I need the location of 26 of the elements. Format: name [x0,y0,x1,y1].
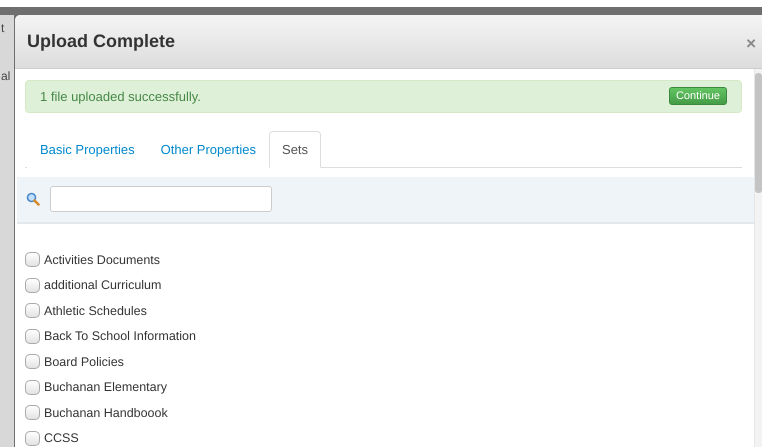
search-field[interactable] [50,186,272,212]
checkbox[interactable] [25,328,40,344]
checkbox[interactable] [25,278,40,292]
checkbox[interactable] [25,354,40,369]
scrollbar[interactable] [754,69,762,447]
checkbox[interactable] [25,430,40,446]
background-text: t [1,21,4,35]
checkbox[interactable] [25,380,40,394]
alert-message: 1 file uploaded successfully. [40,88,201,104]
search-icon [26,192,40,206]
checkbox[interactable] [25,252,40,267]
dialog-title: Upload Complete [27,31,176,52]
set-label: Buchanan Handboook [44,404,168,422]
set-label: additional Curriculum [44,277,162,294]
set-label: Back To School Information [44,328,196,345]
set-label: Athletic Schedules [44,302,147,320]
continue-button[interactable]: Continue [668,87,727,106]
set-label: CCSS [44,430,79,447]
set-label: Board Policies [44,354,124,370]
tab[interactable]: Sets [269,130,322,168]
close-button[interactable]: × [746,34,756,54]
checkbox[interactable] [25,303,40,318]
set-label: Buchanan Elementary [44,379,167,396]
set-label: Activities Documents [44,252,160,268]
background-text: al [1,69,10,83]
checkbox[interactable] [25,405,40,420]
